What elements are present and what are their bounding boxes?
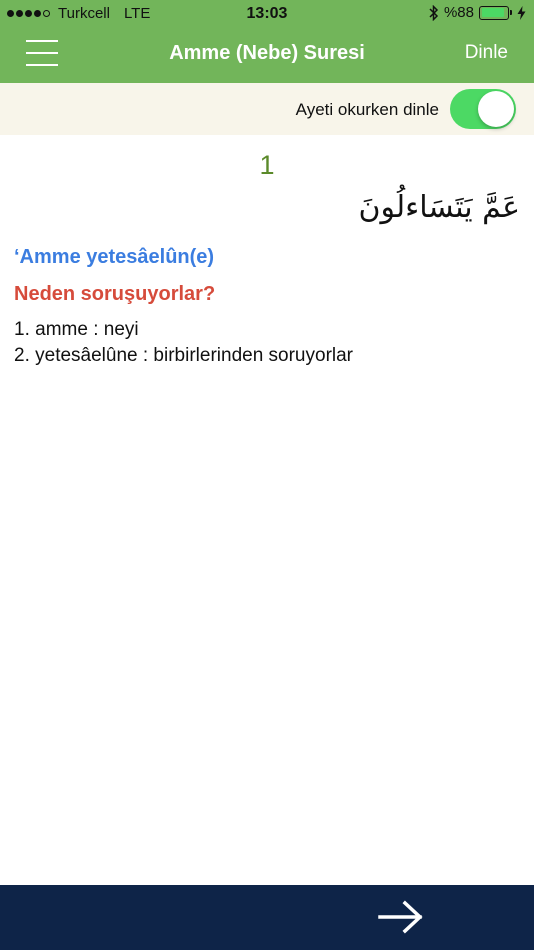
header: Turkcell LTE 13:03 %88 Amme (Nebe) Sures… [0, 0, 534, 83]
listen-while-reading-toggle[interactable] [450, 89, 516, 129]
arrow-right-icon[interactable] [378, 900, 424, 934]
listen-button[interactable]: Dinle [465, 42, 508, 64]
translation: Neden soruşuyorlar? [14, 283, 216, 305]
page-title: Amme (Nebe) Suresi [169, 42, 365, 64]
listen-setting-bar: Ayeti okurken dinle [0, 83, 534, 135]
word-meaning-item: 2. yetesâelûne : birbirlerinden soruyorl… [14, 345, 354, 366]
app-screen: Turkcell LTE 13:03 %88 Amme (Nebe) Sures… [0, 0, 534, 950]
lightning-icon [517, 5, 526, 20]
word-meaning-item: 1. amme : neyi [14, 319, 139, 340]
transliteration: ‘Amme yetesâelûn(e) [14, 246, 215, 268]
ayah-number: 1 [259, 150, 275, 180]
status-right: %88 [429, 4, 526, 21]
listen-while-reading-label: Ayeti okurken dinle [295, 100, 439, 119]
bottom-bar [0, 885, 534, 950]
battery-icon [479, 5, 512, 20]
word-meanings-list: 1. amme : neyi 2. yetesâelûne : birbirle… [14, 317, 353, 369]
bluetooth-icon [429, 4, 439, 21]
ayah-content: 1 عَمَّ يَتَسَاءلُونَ ‘Amme yetesâelûn(e… [0, 135, 534, 885]
status-bar: Turkcell LTE 13:03 %88 [0, 0, 534, 28]
battery-percent: %88 [443, 4, 474, 21]
arabic-verse: عَمَّ يَتَسَاءلُونَ [358, 190, 520, 225]
toggle-knob [478, 91, 514, 127]
nav-bar: Amme (Nebe) Suresi Dinle [0, 28, 534, 83]
